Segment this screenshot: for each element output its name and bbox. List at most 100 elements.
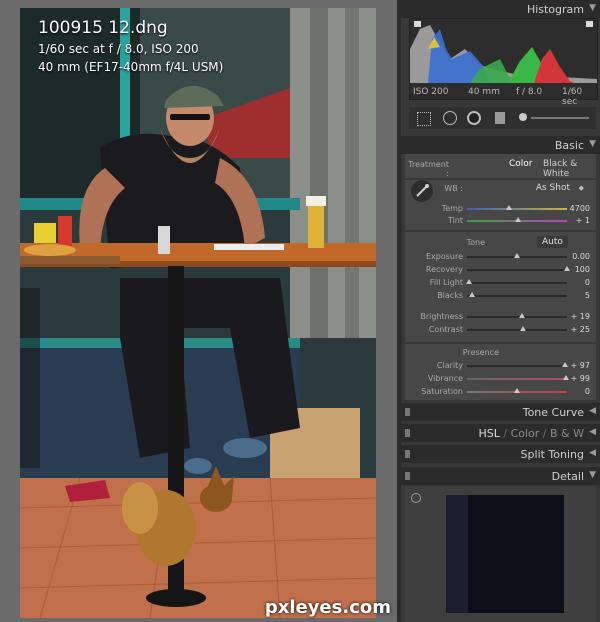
panel-switch-icon[interactable]	[405, 408, 410, 416]
exposure-slider-knob[interactable]	[514, 253, 520, 258]
hsl-tab[interactable]: HSL	[478, 427, 499, 440]
histogram-aperture: f / 8.0	[516, 87, 543, 97]
presence-label: Presence	[462, 348, 499, 357]
photo-title: 100915 12.dng	[38, 18, 168, 38]
detail-section	[405, 487, 596, 622]
treatment-bw-option[interactable]: Black & White	[543, 159, 596, 179]
clarity-value[interactable]: + 97	[560, 361, 590, 370]
temp-slider-knob[interactable]	[506, 205, 512, 210]
vibrance-slider[interactable]	[467, 375, 569, 380]
recovery-value[interactable]: 100	[560, 265, 590, 274]
contrast-slider-knob[interactable]	[520, 326, 526, 331]
panel-expand-icon: ◀	[589, 427, 596, 437]
vibrance-label: Vibrance	[427, 374, 463, 383]
tone-label: Tone	[466, 238, 485, 247]
filllight-value[interactable]: 0	[560, 278, 590, 287]
treatment-color-option[interactable]: Color	[509, 159, 533, 169]
exposure-value[interactable]: 0.00	[560, 252, 590, 261]
blacks-slider[interactable]	[467, 292, 567, 297]
saturation-label: Saturation	[421, 387, 463, 396]
split-toning-title: Split Toning	[520, 448, 584, 461]
exposure-slider[interactable]	[467, 253, 567, 258]
tone-curve-header[interactable]: Tone Curve ◀	[401, 403, 600, 421]
tool-strip	[409, 107, 596, 129]
vibrance-value[interactable]: + 99	[560, 374, 590, 383]
tone-curve-title: Tone Curve	[522, 406, 584, 419]
brightness-value[interactable]: + 19	[560, 312, 590, 321]
crop-tool-icon[interactable]	[417, 112, 431, 126]
red-eye-icon[interactable]	[467, 111, 481, 125]
histogram-title: Histogram	[526, 3, 584, 16]
blacks-label: Blacks	[437, 291, 463, 300]
clarity-slider[interactable]	[467, 362, 568, 367]
basic-panel-header[interactable]: Basic ▼	[401, 136, 600, 154]
highlight-clipping-indicator[interactable]	[586, 21, 593, 27]
histogram-display: ISO 200 40 mm f / 8.0 1/60 sec	[409, 18, 598, 107]
contrast-value[interactable]: + 25	[560, 325, 590, 334]
photo-pane: 100915 12.dng 1/60 sec at f / 8.0, ISO 2…	[0, 0, 397, 622]
bw-tab[interactable]: B & W	[550, 427, 584, 440]
tone-section: Tone Auto Exposure 0.00 Recovery 100 Fil…	[405, 232, 596, 342]
saturation-slider-knob[interactable]	[514, 388, 520, 393]
panel-collapse-icon: ▼	[589, 139, 596, 149]
color-tab[interactable]: Color	[511, 427, 540, 440]
detail-header[interactable]: Detail ▼	[401, 467, 600, 485]
split-toning-header[interactable]: Split Toning ◀	[401, 445, 600, 463]
brightness-slider[interactable]	[467, 313, 567, 318]
temp-slider[interactable]	[467, 205, 567, 210]
tint-value[interactable]: + 1	[560, 216, 590, 225]
histogram-header[interactable]: Histogram ▼	[401, 0, 600, 18]
temp-value[interactable]: 4700	[560, 204, 590, 213]
filllight-label: Fill Light	[429, 278, 463, 287]
panel-collapse-icon: ▼	[589, 3, 596, 13]
shadow-clipping-indicator[interactable]	[414, 21, 421, 27]
basic-title: Basic	[554, 139, 584, 152]
hsl-header[interactable]: HSL / Color / B & W ◀	[401, 424, 600, 442]
saturation-value[interactable]: 0	[560, 387, 590, 396]
detail-target-icon[interactable]	[411, 493, 421, 503]
brightness-slider-knob[interactable]	[519, 313, 525, 318]
histogram-focal: 40 mm	[468, 87, 500, 97]
contrast-slider[interactable]	[467, 326, 567, 331]
photo-exposure-info: 1/60 sec at f / 8.0, ISO 200	[38, 42, 199, 56]
recovery-label: Recovery	[425, 265, 463, 274]
auto-tone-button[interactable]: Auto	[537, 236, 568, 248]
watermark: pxleyes.com	[264, 597, 391, 618]
adjustment-brush-slider[interactable]	[531, 117, 589, 119]
wb-dropdown-icon[interactable]: ◆	[579, 184, 584, 192]
histogram-graph	[410, 21, 597, 83]
treatment-label: Treatment :	[408, 160, 449, 178]
clarity-label: Clarity	[436, 361, 463, 370]
panel-switch-icon[interactable]	[405, 472, 410, 480]
panel-expand-icon: ◀	[589, 448, 596, 458]
develop-right-panel: Histogram ▼ ISO 200 40 mm f / 8.0 1/60 s…	[397, 0, 600, 622]
photo-image: 100915 12.dng 1/60 sec at f / 8.0, ISO 2…	[20, 8, 376, 618]
recovery-slider[interactable]	[467, 266, 570, 271]
contrast-label: Contrast	[428, 325, 463, 334]
white-balance-section: WB : As Shot ◆ Temp 4700 Tint + 1	[405, 180, 596, 230]
wb-label: WB :	[444, 184, 463, 193]
adjustment-brush-icon[interactable]	[519, 113, 527, 121]
treatment-row: Treatment : Color Black & White	[405, 154, 596, 179]
exposure-label: Exposure	[425, 252, 463, 261]
tint-label: Tint	[447, 216, 463, 225]
histogram-iso: ISO 200	[413, 87, 449, 97]
saturation-slider[interactable]	[467, 388, 567, 393]
histogram-shutter: 1/60 sec	[562, 87, 583, 107]
blacks-slider-knob[interactable]	[469, 292, 475, 297]
filllight-slider-knob[interactable]	[466, 279, 472, 284]
blacks-value[interactable]: 5	[560, 291, 590, 300]
tint-slider-knob[interactable]	[515, 217, 521, 222]
presence-section: Presence Clarity + 97 Vibrance + 99 Satu…	[405, 344, 596, 400]
filllight-slider[interactable]	[466, 279, 567, 284]
brightness-label: Brightness	[420, 312, 463, 321]
panel-collapse-icon: ▼	[589, 470, 596, 480]
wb-value[interactable]: As Shot	[536, 183, 570, 193]
panel-switch-icon[interactable]	[405, 450, 410, 458]
graduated-filter-icon[interactable]	[495, 112, 505, 124]
detail-title: Detail	[551, 470, 584, 483]
detail-preview	[446, 495, 564, 613]
tint-slider[interactable]	[467, 217, 567, 222]
spot-removal-icon[interactable]	[443, 111, 457, 125]
panel-switch-icon[interactable]	[405, 429, 410, 437]
